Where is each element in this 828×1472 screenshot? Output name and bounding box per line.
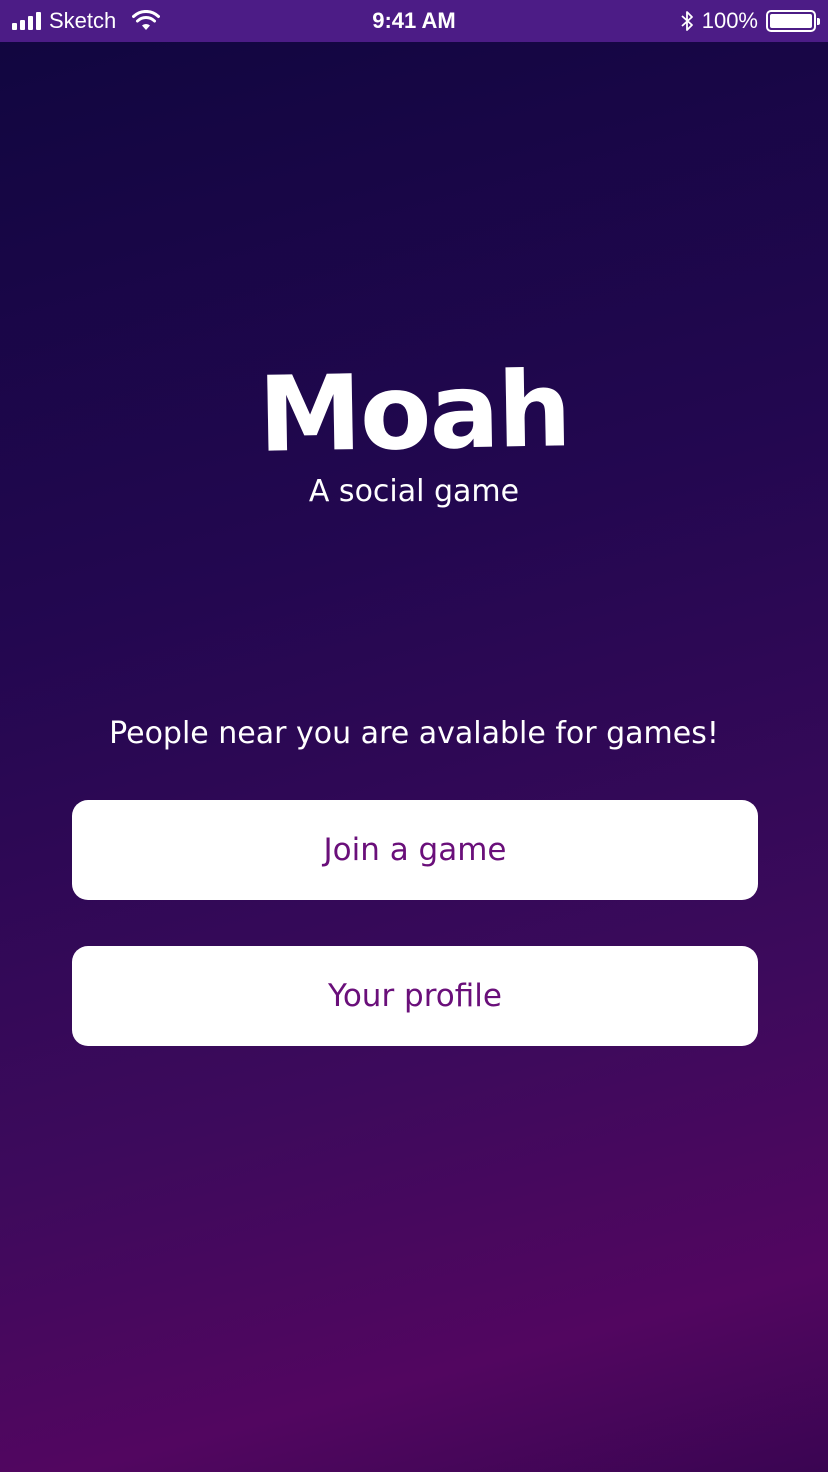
join-game-label: Join a game xyxy=(323,832,507,868)
app-logo: Moah xyxy=(257,348,571,476)
join-game-button[interactable]: Join a game xyxy=(72,800,758,900)
your-profile-button[interactable]: Your profile xyxy=(72,946,758,1046)
app-tagline: A social game xyxy=(308,474,520,509)
status-bar: Sketch 9:41 AM 100% xyxy=(0,0,828,42)
battery-icon xyxy=(766,10,820,32)
status-right: 100% xyxy=(680,8,820,34)
battery-percent: 100% xyxy=(701,8,758,33)
your-profile-label: Your profile xyxy=(328,978,502,1014)
home-screen: Sketch 9:41 AM 100% Moah A social game P… xyxy=(0,0,828,1472)
availability-message: People near you are avalable for games! xyxy=(109,716,719,751)
bluetooth-icon xyxy=(681,11,693,31)
